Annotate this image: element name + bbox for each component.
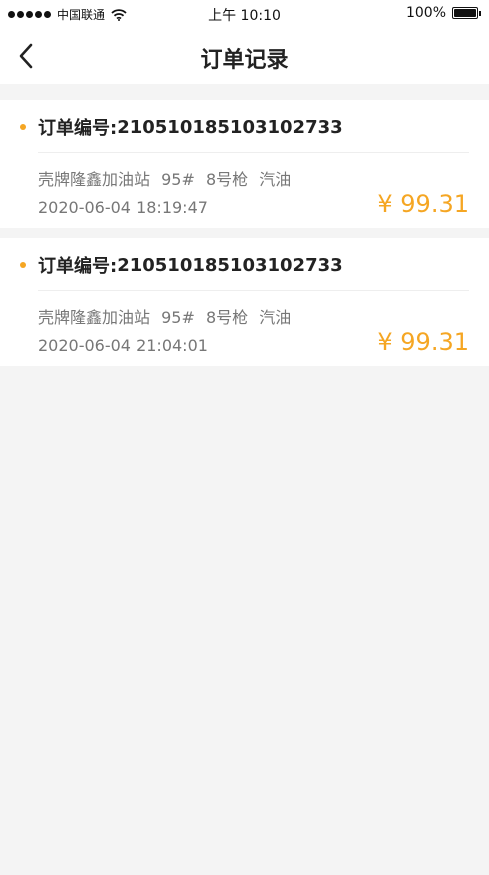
fuel-type: 汽油 bbox=[259, 308, 292, 327]
divider bbox=[38, 152, 469, 153]
order-card[interactable]: 订单编号: 210510185103102733 壳牌隆鑫加油站 95# 8号枪… bbox=[0, 238, 489, 366]
station-name: 壳牌隆鑫加油站 bbox=[38, 308, 151, 327]
order-number: 210510185103102733 bbox=[117, 254, 343, 276]
status-bar: 中国联通 上午 10:10 100% bbox=[0, 0, 489, 28]
page-title: 订单记录 bbox=[200, 48, 289, 73]
battery-percentage: 100% bbox=[405, 5, 446, 21]
order-datetime: 2020-06-04 18:19:47 bbox=[38, 198, 208, 217]
battery-fill bbox=[454, 9, 476, 17]
order-detail: 壳牌隆鑫加油站 95# 8号枪 汽油 bbox=[38, 166, 297, 190]
order-detail: 壳牌隆鑫加油站 95# 8号枪 汽油 bbox=[38, 304, 297, 328]
battery-icon bbox=[452, 7, 478, 19]
order-number-label: 订单编号: bbox=[38, 118, 118, 139]
battery-tip bbox=[479, 10, 481, 16]
order-number: 210510185103102733 bbox=[117, 116, 343, 138]
fuel-type: 汽油 bbox=[259, 170, 292, 189]
station-name: 壳牌隆鑫加油站 bbox=[38, 170, 151, 189]
fuel-grade: 95# bbox=[161, 170, 195, 189]
order-number-label: 订单编号: bbox=[38, 256, 118, 277]
order-price: ¥ 99.31 bbox=[377, 328, 469, 356]
status-right: 100% bbox=[406, 5, 481, 21]
order-datetime: 2020-06-04 21:04:01 bbox=[38, 336, 208, 355]
navigation-bar: 订单记录 bbox=[0, 28, 489, 84]
order-price: ¥ 99.31 bbox=[377, 190, 469, 218]
fuel-grade: 95# bbox=[161, 308, 195, 327]
order-bullet-icon bbox=[20, 124, 26, 130]
nozzle-number: 8号枪 bbox=[205, 308, 249, 327]
order-list: 订单编号: 210510185103102733 壳牌隆鑫加油站 95# 8号枪… bbox=[0, 100, 489, 366]
divider bbox=[38, 290, 469, 291]
order-header: 订单编号: 210510185103102733 bbox=[20, 252, 469, 278]
order-header: 订单编号: 210510185103102733 bbox=[20, 114, 469, 140]
nozzle-number: 8号枪 bbox=[205, 170, 249, 189]
order-bullet-icon bbox=[20, 262, 26, 268]
order-card[interactable]: 订单编号: 210510185103102733 壳牌隆鑫加油站 95# 8号枪… bbox=[0, 100, 489, 228]
